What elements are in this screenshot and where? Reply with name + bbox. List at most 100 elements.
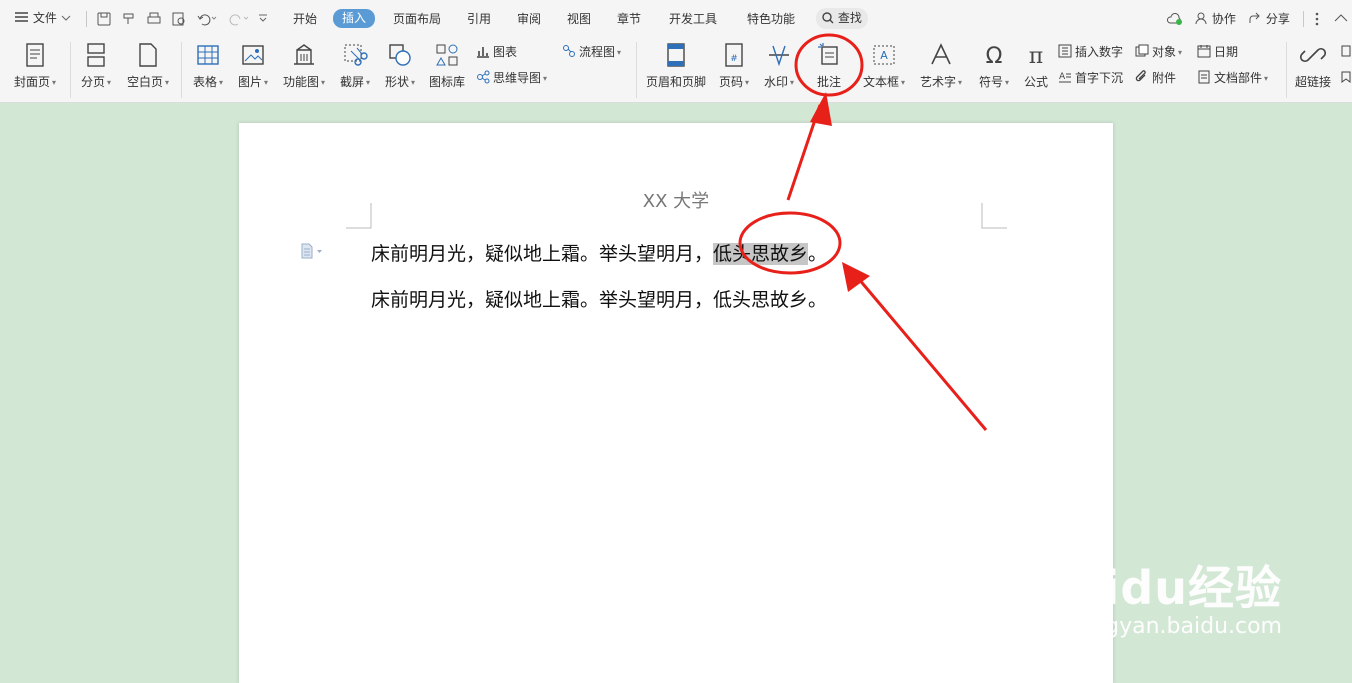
symbol-button[interactable]: Ω 符号 ▾ — [974, 42, 1014, 91]
date-button[interactable]: 日期 — [1197, 44, 1238, 60]
tab-view[interactable]: 视图 — [567, 10, 591, 28]
comment-icon — [818, 43, 838, 65]
text-box-label: 文本框 — [862, 75, 899, 89]
flowchart-icon — [563, 45, 575, 57]
collapse-ribbon-icon[interactable] — [1334, 13, 1348, 23]
divider — [1303, 11, 1304, 27]
watermark-icon — [769, 45, 789, 67]
paragraph-2[interactable]: 床前明月光，疑似地上霜。举头望明月，低头思故乡。 — [371, 285, 827, 312]
mind-map-button[interactable]: 思维导图 ▾ — [476, 70, 547, 87]
customize-toolbar-icon[interactable] — [258, 13, 268, 23]
watermark-button[interactable]: 水印 ▾ — [759, 42, 799, 91]
doc-parts-label: 文档部件 — [1214, 71, 1263, 85]
file-menu[interactable]: 文件 — [14, 9, 71, 27]
tab-special[interactable]: 特色功能 — [747, 10, 795, 28]
header-footer-button[interactable]: 页眉和页脚 — [643, 42, 709, 90]
function-chart-icon — [294, 44, 314, 65]
hamburger-icon — [15, 12, 28, 22]
drop-cap-button[interactable]: A 首字下沉 — [1058, 70, 1123, 86]
drop-cap-label: 首字下沉 — [1075, 71, 1124, 85]
page-header[interactable]: XX 大学 — [239, 187, 1113, 213]
shapes-label: 形状 — [384, 75, 409, 89]
tab-references[interactable]: 引用 — [467, 10, 491, 28]
formula-label: 公式 — [1023, 75, 1048, 89]
tab-developer[interactable]: 开发工具 — [669, 10, 717, 28]
tab-review[interactable]: 审阅 — [517, 10, 541, 28]
header-footer-icon — [667, 43, 685, 67]
print-preview-icon[interactable] — [171, 11, 187, 27]
page-number-button[interactable]: # 页码 ▾ — [714, 42, 754, 91]
paragraph-1-text: 床前明月光，疑似地上霜。举头望明月， — [371, 243, 714, 265]
comment-label: 批注 — [816, 75, 841, 89]
collab-button[interactable]: 协作 — [1194, 10, 1236, 28]
insert-number-button[interactable]: 插入数字 — [1058, 44, 1123, 60]
page-break-label: 分页 — [80, 75, 105, 89]
paragraph-handle-icon[interactable] — [301, 243, 325, 259]
word-art-button[interactable]: 艺术字 ▾ — [915, 42, 967, 91]
table-icon — [197, 45, 219, 65]
flowchart-button[interactable]: 流程图 ▾ — [562, 44, 621, 61]
blank-page-button[interactable]: 空白页 ▾ — [122, 42, 174, 91]
paperclip-icon — [1135, 70, 1146, 82]
function-chart-label: 功能图 — [282, 75, 319, 89]
divider — [636, 42, 637, 98]
table-button[interactable]: 表格 ▾ — [188, 42, 228, 91]
word-art-icon — [931, 43, 951, 65]
undo-icon[interactable] — [196, 11, 218, 27]
paragraph-1-end: 。 — [808, 243, 828, 265]
divider — [86, 11, 87, 27]
object-button[interactable]: 对象 ▾ — [1135, 44, 1182, 61]
object-icon — [1135, 44, 1149, 57]
date-label: 日期 — [1214, 45, 1239, 59]
more-icon[interactable] — [1313, 11, 1321, 27]
cloud-sync-icon[interactable] — [1166, 11, 1184, 27]
search-icon — [822, 12, 834, 24]
redo-icon[interactable] — [228, 11, 250, 27]
cover-page-button[interactable]: 封面页 ▾ — [10, 42, 60, 91]
svg-text:A: A — [880, 49, 888, 62]
shapes-button[interactable]: 形状 ▾ — [380, 42, 420, 91]
divider — [181, 42, 182, 98]
doc-parts-button[interactable]: 文档部件 ▾ — [1197, 70, 1268, 87]
selected-text[interactable]: 低头思故乡 — [713, 243, 809, 265]
hyperlink-button[interactable]: 超链接 — [1292, 42, 1334, 90]
tab-home[interactable]: 开始 — [293, 10, 317, 28]
svg-text:A: A — [1059, 72, 1066, 82]
screenshot-button[interactable]: 截屏 ▾ — [335, 42, 375, 91]
tab-page-layout[interactable]: 页面布局 — [393, 10, 441, 28]
screenshot-label: 截屏 — [339, 75, 364, 89]
user-icon — [1195, 12, 1207, 25]
text-box-button[interactable]: A 文本框 ▾ — [859, 42, 909, 91]
chart-button[interactable]: 图表 — [476, 44, 517, 60]
tab-insert[interactable]: 插入 — [333, 9, 376, 28]
page-number-icon: # — [725, 43, 743, 67]
share-button[interactable]: 分享 — [1248, 10, 1290, 28]
save-icon[interactable] — [96, 11, 112, 27]
document-page[interactable]: XX 大学 床前明月光，疑似地上霜。举头望明月，低头思故乡。 床前明月光，疑似地… — [239, 123, 1113, 683]
shapes-icon — [389, 44, 411, 66]
function-chart-button[interactable]: 功能图 ▾ — [279, 42, 329, 91]
number-icon — [1058, 44, 1072, 58]
baidu-watermark: Baidu经验 jingyan.baidu.com — [1035, 552, 1282, 639]
comment-button[interactable]: 批注 — [808, 42, 850, 90]
picture-icon — [242, 45, 264, 65]
icon-library-button[interactable]: 图标库 — [426, 42, 468, 90]
chart-label: 图表 — [493, 45, 518, 59]
more-ribbon-icon[interactable] — [1340, 44, 1352, 88]
divider — [1286, 42, 1287, 98]
attachment-button[interactable]: 附件 — [1135, 70, 1176, 86]
chevron-down-icon — [61, 15, 71, 21]
tab-section[interactable]: 章节 — [617, 10, 641, 28]
formula-button[interactable]: π 公式 — [1018, 42, 1054, 90]
watermark-brand: Baidu经验 — [1035, 561, 1282, 615]
print-icon[interactable] — [146, 11, 162, 27]
share-label: 分享 — [1265, 12, 1290, 26]
insert-number-label: 插入数字 — [1075, 45, 1124, 59]
format-painter-icon[interactable] — [121, 11, 137, 27]
text-box-icon: A — [873, 45, 895, 65]
menu-bar: 文件 开始 插入 页面布局 引用 审阅 视图 章节 开发工具 特色功能 查找 协… — [0, 0, 1352, 38]
page-break-button[interactable]: 分页 ▾ — [76, 42, 116, 91]
search-box[interactable]: 查找 — [816, 8, 868, 29]
paragraph-1[interactable]: 床前明月光，疑似地上霜。举头望明月，低头思故乡。 — [371, 239, 827, 266]
picture-button[interactable]: 图片 ▾ — [233, 42, 273, 91]
